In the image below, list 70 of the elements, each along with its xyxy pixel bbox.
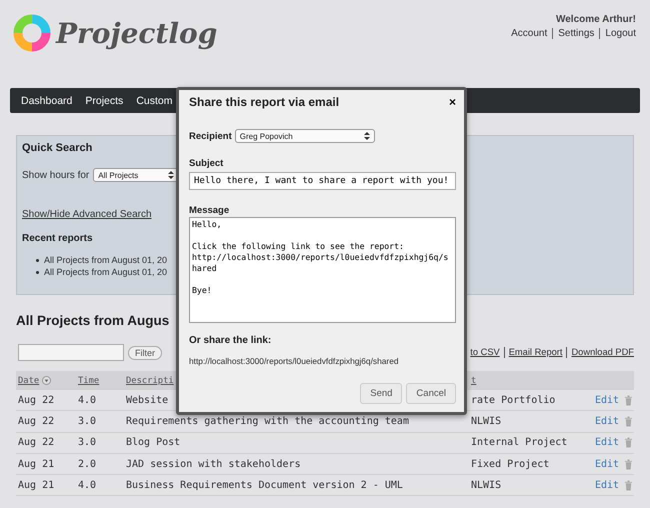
field-label: Message: [189, 205, 230, 216]
description-cell: Business Requirements Document version 2 - UML: [126, 480, 403, 491]
export-link[interactable]: Email Report: [504, 347, 566, 358]
date-cell: Aug 21: [18, 480, 54, 491]
trash-icon[interactable]: [624, 458, 634, 470]
edit-link[interactable]: Edit: [595, 416, 620, 427]
dialog-button[interactable]: Cancel: [406, 383, 456, 404]
field-label: Show hours for: [22, 170, 90, 180]
message-field[interactable]: Hello, Click the following link to see the report: http://localhost:3000/reports/l0ueiedvfdfzpixhgj6q/shared Bye!: [189, 217, 456, 323]
select-arrows-icon: [168, 170, 174, 180]
filter-field[interactable]: [18, 344, 124, 361]
trash-icon[interactable]: [624, 437, 634, 448]
date-cell: Aug 22: [18, 437, 54, 448]
sort-icon[interactable]: [42, 376, 52, 385]
close-button[interactable]: ×: [448, 95, 456, 109]
share-link-label: Or share the link:: [189, 335, 272, 346]
date-cell: Aug 21: [18, 458, 54, 470]
description-cell: Requirements gathering with the accounting team: [126, 416, 409, 427]
export-link[interactable]: to CSV: [466, 347, 504, 358]
subject-field[interactable]: Hello there, I want to share a report with you!: [189, 172, 456, 190]
date-cell: Aug 22: [18, 416, 54, 427]
select-arrows-icon: [364, 131, 370, 141]
field-label: Subject: [189, 158, 224, 169]
project-cell: NLWIS: [471, 480, 502, 491]
column-header[interactable]: Date: [18, 376, 40, 386]
nav-item[interactable]: Custom: [136, 94, 172, 106]
time-cell: 4.0: [78, 394, 96, 406]
edit-link[interactable]: Edit: [595, 394, 620, 406]
dialog-button[interactable]: Send: [360, 383, 402, 404]
description-cell: Blog Post: [126, 437, 180, 448]
project-cell: rate Portfolio: [471, 394, 556, 406]
time-cell: 3.0: [78, 416, 96, 427]
recent-report-link[interactable]: All Projects from August 01, 20: [44, 266, 168, 278]
account-link[interactable]: Settings: [552, 28, 600, 39]
trash-icon[interactable]: [624, 394, 634, 406]
recent-report-link[interactable]: All Projects from August 01, 20: [44, 254, 168, 266]
column-header[interactable]: Descripti: [126, 376, 174, 386]
logo-text: Projectlog: [56, 16, 218, 50]
column-header[interactable]: Time: [78, 376, 100, 386]
filter-button[interactable]: Filter: [128, 346, 162, 360]
advanced-search-link[interactable]: Show/Hide Advanced Search: [22, 209, 152, 220]
project-cell: Fixed Project: [471, 458, 550, 470]
nav-item[interactable]: Dashboard: [21, 94, 72, 106]
welcome-text: Welcome Arthur!: [556, 14, 636, 25]
account-link[interactable]: Account: [506, 28, 552, 39]
edit-link[interactable]: Edit: [595, 480, 620, 491]
nav-item[interactable]: Projects: [85, 94, 124, 106]
panel-title: Quick Search: [22, 142, 92, 154]
time-cell: 3.0: [78, 437, 96, 448]
trash-icon[interactable]: [624, 480, 634, 491]
edit-link[interactable]: Edit: [595, 437, 620, 448]
column-header[interactable]: t: [471, 376, 476, 386]
account-link[interactable]: Logout: [599, 28, 636, 39]
section-title: Recent reports: [22, 233, 93, 244]
time-cell: 4.0: [78, 480, 96, 491]
field-label: Recipient: [189, 130, 232, 142]
project-cell: Internal Project: [471, 437, 568, 448]
share-link[interactable]: http://localhost:3000/reports/l0ueiedvfdfzpixhgj6q/shared: [189, 356, 399, 366]
export-link[interactable]: Download PDF: [566, 347, 634, 358]
logo-ring-icon: [12, 13, 52, 53]
date-cell: Aug 22: [18, 394, 54, 406]
trash-icon[interactable]: [624, 416, 634, 427]
recipient-select[interactable]: Greg Popovich: [234, 129, 375, 143]
report-title: All Projects from Augus: [16, 313, 170, 328]
edit-link[interactable]: Edit: [595, 458, 620, 470]
time-cell: 2.0: [78, 458, 96, 470]
project-cell: NLWIS: [471, 416, 502, 427]
dialog-title: Share this report via email: [189, 95, 340, 109]
description-cell: Website: [126, 394, 168, 406]
description-cell: JAD session with stakeholders: [126, 458, 301, 470]
